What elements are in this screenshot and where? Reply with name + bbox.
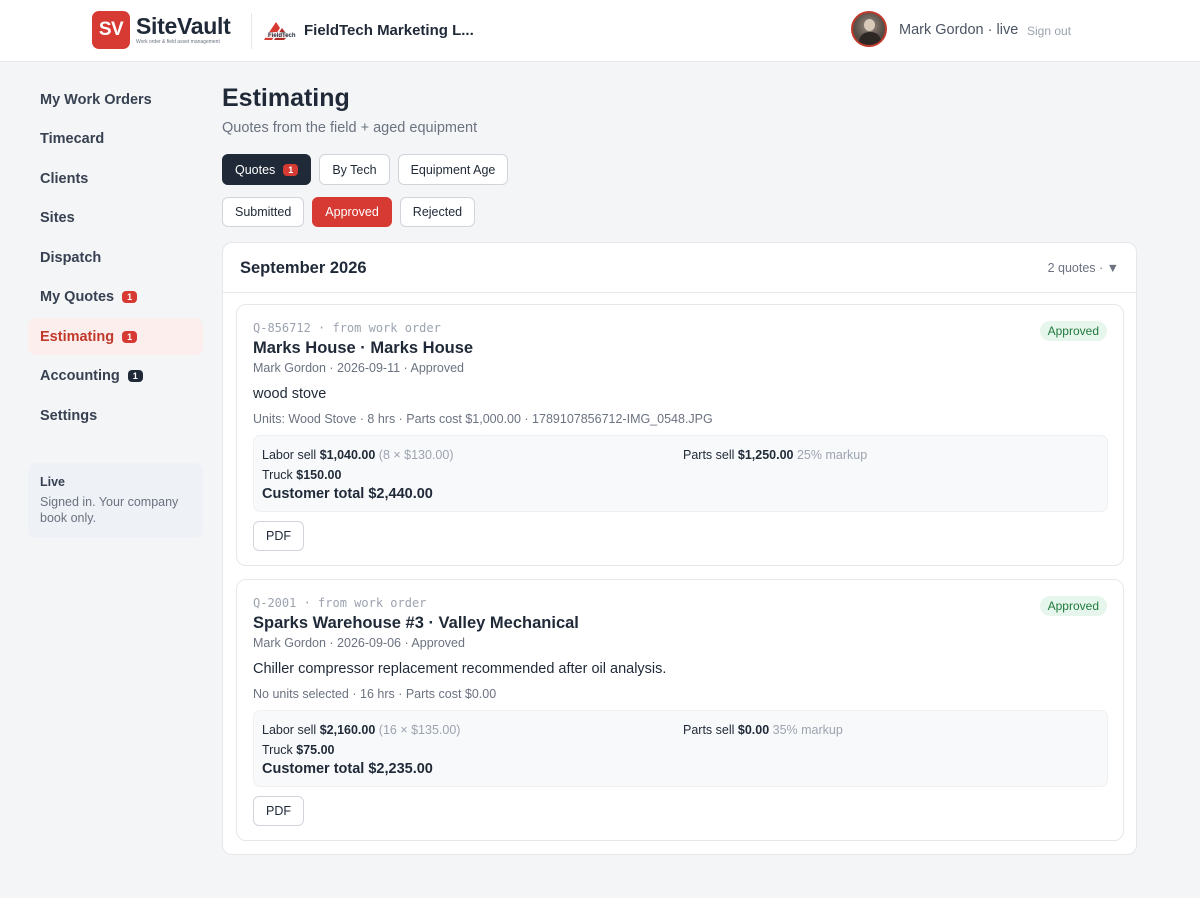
status-badge: Approved: [1039, 596, 1107, 616]
filter-rejected[interactable]: Rejected: [399, 197, 476, 227]
avatar[interactable]: [851, 11, 887, 47]
company-logo-icon: FieldTech: [264, 22, 296, 40]
sidebar-item-label: Sites: [40, 210, 75, 226]
tab-label: Quotes: [235, 162, 276, 177]
pdf-button[interactable]: PDF: [253, 521, 304, 551]
header-divider: [251, 13, 252, 49]
parts-line: Parts sell $1,250.00 25% markup: [683, 448, 868, 462]
sidebar-item-label: My Work Orders: [40, 91, 152, 108]
sidebar-item-label: Timecard: [40, 131, 105, 147]
status-filters: Submitted Approved Rejected: [222, 197, 476, 227]
quote-id: Q-2001 · from work order: [253, 596, 427, 610]
tab-label: Equipment Age: [410, 162, 496, 177]
page-title: Estimating: [222, 84, 350, 112]
customer-total: Customer total $2,440.00: [262, 486, 433, 502]
sidebar-item-label: Clients: [40, 170, 89, 187]
sidebar-item-estimating[interactable]: Estimating 1: [28, 318, 203, 355]
quote-card: Q-856712 · from work order Approved Mark…: [236, 304, 1124, 566]
sidebar-item-label: Accounting: [40, 368, 120, 384]
tab-label: By Tech: [332, 162, 377, 177]
tab-quotes[interactable]: Quotes 1: [222, 154, 312, 185]
sidebar-item-label: My Quotes: [40, 289, 115, 305]
sidebar-item-label: Settings: [40, 407, 98, 424]
filter-submitted[interactable]: Submitted: [222, 197, 305, 227]
sidebar-item-settings[interactable]: Settings: [28, 397, 203, 434]
live-text: Signed in. Your company book only.: [40, 495, 179, 525]
quote-description: Chiller compressor replacement recommend…: [253, 661, 667, 677]
status-badge: Approved: [1039, 321, 1107, 341]
quote-card: Q-2001 · from work order Approved Sparks…: [236, 579, 1124, 841]
customer-total: Customer total $2,235.00: [262, 761, 433, 777]
quote-count-toggle[interactable]: 2 quotes · ▼: [1048, 261, 1119, 275]
quote-title: Marks House · Marks House: [253, 339, 474, 357]
month-group-header[interactable]: September 2026 2 quotes · ▼: [223, 243, 1136, 293]
svg-text:FieldTech: FieldTech: [268, 33, 296, 39]
tab-equipment-age[interactable]: Equipment Age: [397, 154, 509, 185]
labor-line: Labor sell $1,040.00 (8 × $130.00): [262, 448, 454, 462]
app-name: SiteVault: [136, 13, 231, 39]
quote-description: wood stove: [253, 386, 327, 402]
sign-out-link[interactable]: Sign out: [1027, 24, 1071, 38]
quote-byline: Mark Gordon · 2026-09-11 · Approved: [253, 361, 464, 375]
app-logo[interactable]: SV SiteVault Work order & field asset ma…: [92, 11, 231, 49]
sidebar-item-timecard[interactable]: Timecard: [28, 121, 203, 158]
filter-approved[interactable]: Approved: [312, 197, 392, 227]
top-bar: SV SiteVault Work order & field asset ma…: [0, 0, 1200, 62]
sidebar-item-label: Estimating: [40, 328, 115, 345]
sidebar-item-label: Dispatch: [40, 249, 102, 266]
quote-id: Q-856712 · from work order: [253, 321, 441, 335]
quote-title: Sparks Warehouse #3 · Valley Mechanical: [253, 614, 579, 632]
sidebar-item-my-quotes[interactable]: My Quotes 1: [28, 279, 203, 316]
sidebar-item-accounting[interactable]: Accounting 1: [28, 358, 203, 395]
sidebar-item-sites[interactable]: Sites: [28, 200, 203, 237]
sidebar-nav: My Work Orders Timecard Clients Sites Di…: [28, 81, 203, 437]
page-subtitle: Quotes from the field + aged equipment: [222, 120, 478, 136]
quote-byline: Mark Gordon · 2026-09-06 · Approved: [253, 636, 465, 650]
live-status-box: Live Signed in. Your company book only.: [28, 463, 203, 538]
company-name[interactable]: FieldTech Marketing L...: [304, 22, 474, 39]
count-badge: 1: [283, 163, 299, 176]
truck-line: Truck $150.00: [262, 468, 342, 482]
quotes-panel: September 2026 2 quotes · ▼ Q-856712 · f…: [222, 242, 1137, 855]
logo-mark: SV: [92, 11, 130, 49]
sidebar-item-clients[interactable]: Clients: [28, 160, 203, 197]
truck-line: Truck $75.00: [262, 743, 335, 757]
app-tagline: Work order & field asset management: [136, 39, 220, 45]
quote-units: Units: Wood Stove · 8 hrs · Parts cost $…: [253, 412, 713, 426]
live-title: Live: [40, 475, 66, 489]
tab-by-tech[interactable]: By Tech: [319, 154, 390, 185]
count-badge: 1: [127, 370, 143, 382]
count-badge: 1: [122, 330, 138, 343]
quote-units: No units selected · 16 hrs · Parts cost …: [253, 687, 497, 701]
count-badge: 1: [122, 291, 138, 303]
sidebar-item-dispatch[interactable]: Dispatch: [28, 239, 203, 276]
labor-line: Labor sell $2,160.00 (16 × $135.00): [262, 723, 461, 737]
parts-line: Parts sell $0.00 35% markup: [683, 723, 843, 737]
month-label: September 2026: [240, 259, 367, 277]
price-breakdown: Labor sell $1,040.00 (8 × $130.00) Truck…: [253, 435, 1108, 512]
pdf-button[interactable]: PDF: [253, 796, 304, 826]
price-breakdown: Labor sell $2,160.00 (16 × $135.00) Truc…: [253, 710, 1108, 787]
user-label: Mark Gordon · live: [899, 22, 1019, 38]
sidebar-item-my-work-orders[interactable]: My Work Orders: [28, 81, 203, 118]
view-tabs: Quotes 1 By Tech Equipment Age: [222, 154, 509, 185]
